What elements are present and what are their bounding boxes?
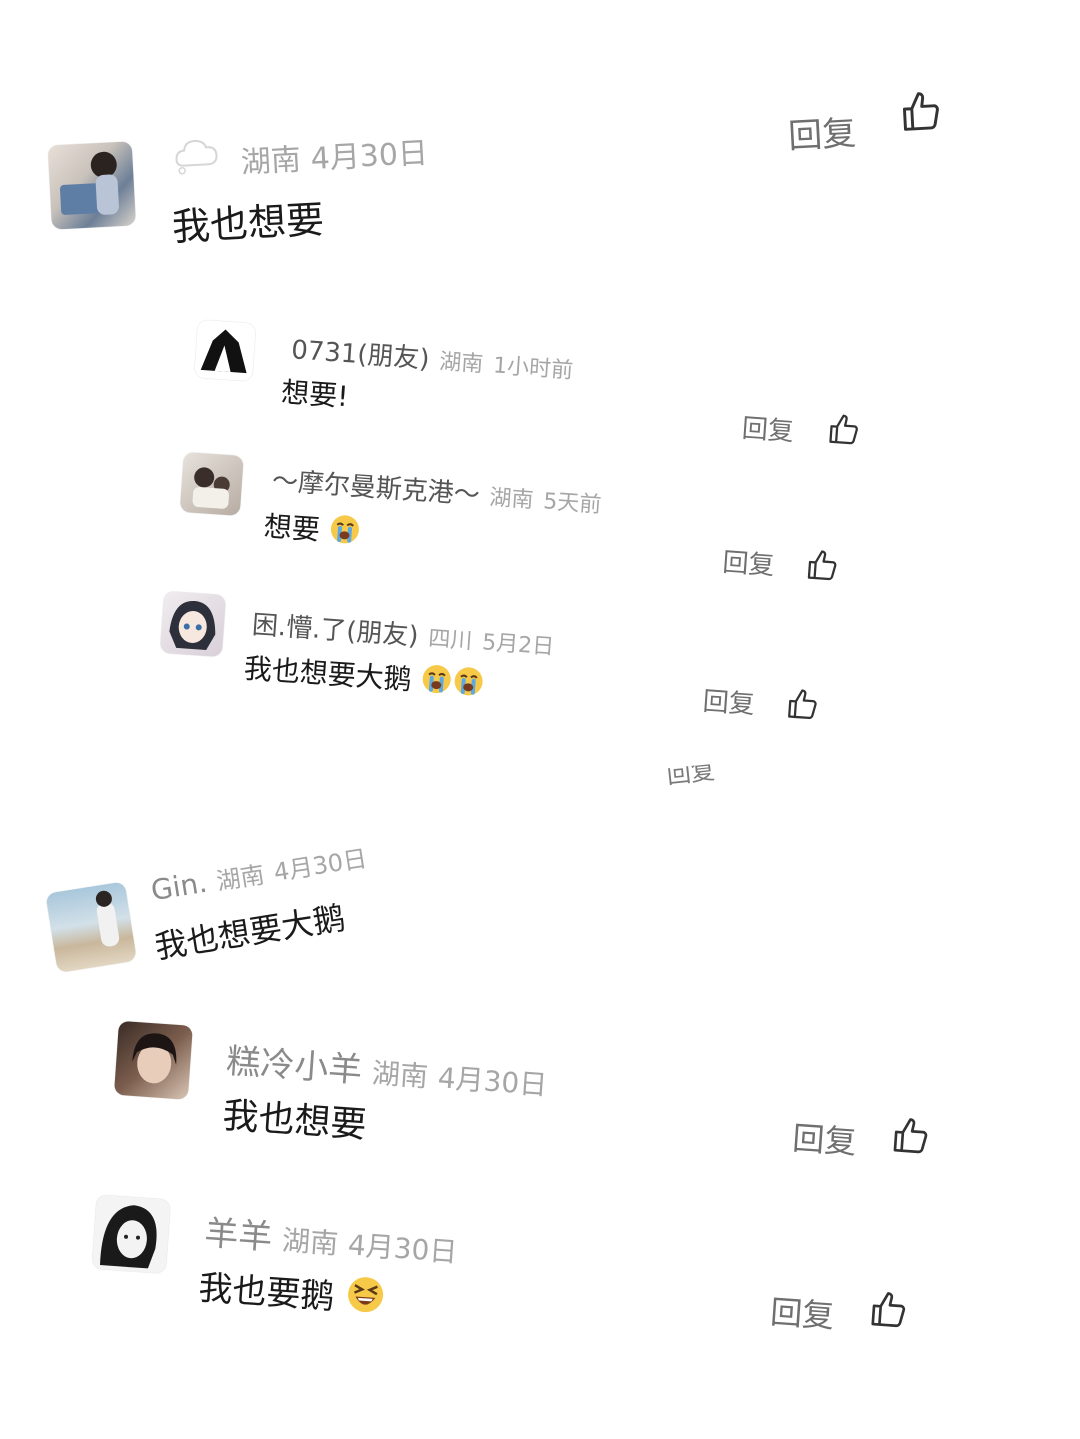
- comment-date: 1小时前: [492, 353, 574, 384]
- comment-date: 5月2日: [481, 630, 555, 661]
- girl-selfie-avatar-icon: [132, 1033, 177, 1084]
- comment-location: 湖南: [488, 485, 535, 514]
- comment-author[interactable]: 0731(朋友): [290, 335, 430, 375]
- comment-author[interactable]: 困.懵.了(朋友): [251, 610, 420, 652]
- comment-date: 4月30日: [271, 844, 369, 887]
- avatar[interactable]: [47, 141, 136, 230]
- comment-text: 我也想要: [170, 197, 326, 250]
- loudly-crying-emoji-icon: [454, 667, 483, 696]
- avatar[interactable]: [179, 451, 244, 516]
- avatar[interactable]: [45, 881, 137, 973]
- comment-location: 四川: [427, 626, 474, 655]
- cut-off-reply-fragment: 回复: [666, 763, 716, 787]
- loudly-crying-emoji-icon: [422, 665, 451, 694]
- comment-text-content: 想要: [262, 509, 321, 547]
- comment-text: 想要!: [280, 375, 350, 414]
- thumbs-up-icon[interactable]: [898, 89, 944, 135]
- thumbs-up-icon[interactable]: [804, 548, 840, 584]
- reply-button[interactable]: 回复: [787, 105, 857, 157]
- reply-button[interactable]: 回复: [791, 1113, 858, 1163]
- comment-author[interactable]: 羊羊: [203, 1213, 274, 1258]
- reply-button[interactable]: 回复: [702, 681, 756, 722]
- comment-date: 4月30日: [436, 1061, 549, 1102]
- comment-author[interactable]: ～摩尔曼斯克港～: [271, 466, 481, 510]
- sketch-girl-avatar-icon: [99, 1205, 157, 1269]
- reply-button[interactable]: 回复: [741, 408, 795, 449]
- thumbs-up-icon[interactable]: [826, 412, 862, 448]
- girl-with-bag-avatar-icon: [59, 151, 119, 215]
- children-photo-avatar-icon: [192, 467, 230, 509]
- comment-date: 4月30日: [309, 135, 429, 177]
- reply-button[interactable]: 回复: [769, 1287, 836, 1337]
- comment-location: 湖南: [438, 349, 485, 378]
- comment-location: 湖南: [370, 1056, 430, 1094]
- thumbs-up-icon[interactable]: [785, 687, 821, 723]
- avatar[interactable]: [91, 1194, 171, 1274]
- beach-photo-avatar-icon: [95, 890, 120, 947]
- avatar[interactable]: [159, 590, 227, 658]
- thumbs-up-icon[interactable]: [890, 1115, 933, 1158]
- comment-text: 我也要鹅: [197, 1260, 387, 1322]
- avatar[interactable]: [113, 1020, 193, 1100]
- reply-button[interactable]: 回复: [721, 542, 775, 583]
- loudly-crying-emoji-icon: [330, 515, 359, 544]
- comment-text-content: 我也要鹅: [197, 1268, 336, 1318]
- comment-meta: 湖南 4月30日: [230, 128, 429, 182]
- anime-girl-avatar-icon: [169, 601, 216, 650]
- comment-text: 想要: [263, 505, 362, 552]
- laughing-squint-emoji-icon: [347, 1277, 383, 1313]
- cloud-icon: [175, 140, 218, 175]
- comment-meta: 羊羊 湖南 4月30日: [203, 1205, 459, 1272]
- black-white-figure-avatar-icon: [200, 329, 247, 374]
- comment-location: 湖南: [239, 142, 302, 181]
- comment-author[interactable]: 糕冷小羊: [225, 1041, 363, 1090]
- comment-date: 4月30日: [346, 1228, 459, 1269]
- comment-text-content: 我也想要大鹅: [242, 651, 413, 697]
- thumbs-up-icon[interactable]: [867, 1289, 910, 1332]
- comment-text: 我也想要: [221, 1095, 368, 1147]
- avatar[interactable]: [194, 319, 257, 382]
- comment-location: 湖南: [214, 860, 267, 896]
- comment-date: 5天前: [542, 489, 603, 519]
- comment-author[interactable]: Gin.: [149, 866, 210, 907]
- comment-location: 湖南: [281, 1223, 340, 1261]
- comment-text: 我也想要大鹅: [152, 898, 348, 967]
- comment-text: 我也想要大鹅: [243, 647, 486, 704]
